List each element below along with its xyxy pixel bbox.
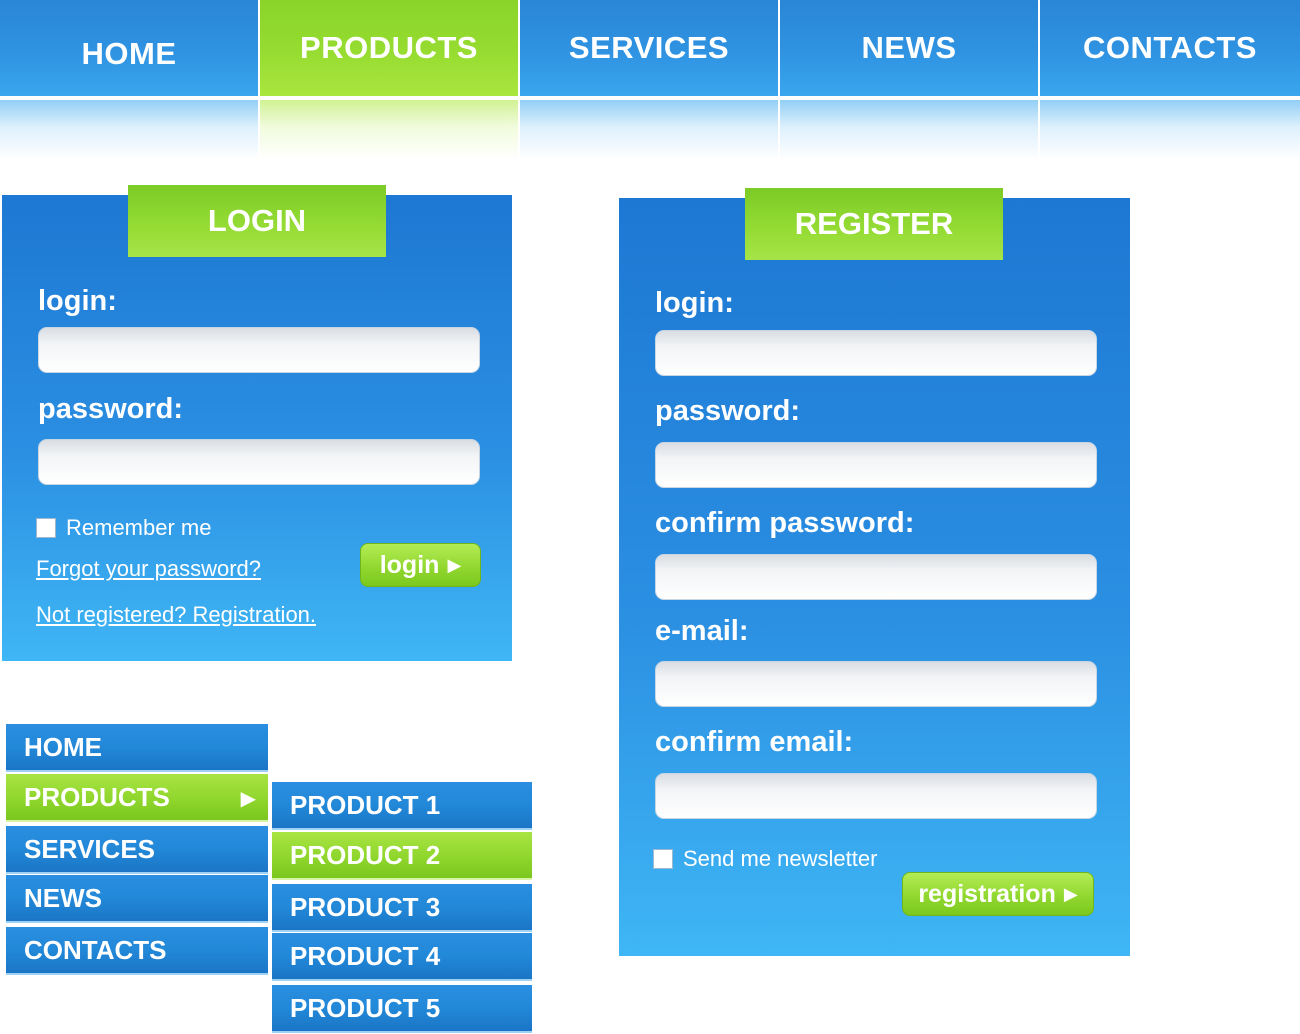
login-panel-title-text: LOGIN	[207, 203, 307, 238]
top-nav-home-label: HOME	[81, 36, 177, 71]
remember-me-checkbox[interactable]	[36, 518, 56, 538]
side-menu-news-label: NEWS	[24, 882, 102, 913]
reg-login-input[interactable]	[655, 330, 1097, 376]
reg-confirm-email-label: confirm email:	[655, 726, 854, 758]
top-nav-products[interactable]: PRODUCTS	[260, 0, 520, 160]
login-panel-title: LOGIN	[128, 185, 386, 257]
submenu-product-3[interactable]: PRODUCT 3	[272, 884, 532, 932]
side-menu-home[interactable]: HOME	[6, 724, 268, 772]
newsletter-checkbox[interactable]	[653, 849, 673, 869]
forgot-password-link[interactable]: Forgot your password?	[36, 556, 261, 582]
submenu-product-5-label: PRODUCT 5	[290, 992, 441, 1023]
caret-right-icon: ▶	[240, 788, 256, 810]
top-nav: HOME PRODUCTS SERVICES NEWS CONTACTS	[0, 0, 1300, 160]
newsletter-label: Send me newsletter	[683, 846, 878, 871]
arrow-right-icon: ▶	[447, 554, 462, 575]
reg-confirm-password-input[interactable]	[655, 554, 1097, 600]
remember-me-row: Remember me	[36, 515, 211, 541]
submenu-product-3-label: PRODUCT 3	[290, 891, 441, 922]
submenu-product-1-label: PRODUCT 1	[290, 789, 441, 820]
submenu-product-4[interactable]: PRODUCT 4	[272, 933, 532, 981]
login-label: login:	[38, 285, 117, 317]
top-nav-services-label: SERVICES	[568, 30, 730, 65]
login-button-label: login	[379, 550, 440, 579]
side-menu-products[interactable]: PRODUCTS ▶	[6, 774, 268, 822]
top-nav-contacts[interactable]: CONTACTS	[1040, 0, 1300, 160]
submenu-product-2[interactable]: PRODUCT 2	[272, 832, 532, 880]
top-nav-contacts-label: CONTACTS	[1083, 30, 1257, 65]
reg-email-label: e-mail:	[655, 615, 749, 647]
registration-link[interactable]: Not registered? Registration.	[36, 602, 316, 628]
newsletter-row: Send me newsletter	[653, 846, 877, 872]
side-menu-news[interactable]: NEWS	[6, 875, 268, 923]
register-panel-title: REGISTER	[745, 188, 1003, 260]
reg-login-label: login:	[655, 287, 734, 319]
top-nav-news-label: NEWS	[861, 30, 957, 65]
registration-button-label: registration	[918, 879, 1056, 908]
password-input[interactable]	[38, 439, 480, 485]
remember-me-label: Remember me	[66, 515, 212, 540]
reg-password-input[interactable]	[655, 442, 1097, 488]
registration-button[interactable]: registration ▶	[902, 872, 1094, 916]
login-button[interactable]: login ▶	[360, 543, 481, 587]
login-panel: LOGIN login: password: Remember me Forgo…	[2, 185, 512, 661]
submenu-product-5[interactable]: PRODUCT 5	[272, 985, 532, 1033]
side-menu-services[interactable]: SERVICES	[6, 826, 268, 874]
register-panel-title-text: REGISTER	[794, 206, 954, 241]
reg-confirm-email-input[interactable]	[655, 773, 1097, 819]
side-menu-services-label: SERVICES	[24, 833, 156, 864]
submenu-product-4-label: PRODUCT 4	[290, 940, 441, 971]
side-menu-contacts[interactable]: CONTACTS	[6, 927, 268, 975]
submenu-product-2-label: PRODUCT 2	[290, 839, 441, 870]
password-label: password:	[38, 393, 184, 425]
submenu-product-1[interactable]: PRODUCT 1	[272, 782, 532, 830]
top-nav-news[interactable]: NEWS	[780, 0, 1040, 160]
top-nav-home[interactable]: HOME	[0, 0, 260, 160]
side-menu-products-label: PRODUCTS	[24, 781, 170, 812]
reg-email-input[interactable]	[655, 661, 1097, 707]
top-nav-products-label: PRODUCTS	[300, 30, 478, 65]
reg-confirm-password-label: confirm password:	[655, 507, 915, 539]
register-panel: REGISTER login: password: confirm passwo…	[619, 188, 1130, 956]
side-menu-contacts-label: CONTACTS	[24, 934, 167, 965]
top-nav-divider	[0, 96, 1300, 100]
top-nav-services[interactable]: SERVICES	[520, 0, 780, 160]
login-input[interactable]	[38, 327, 480, 373]
side-menu-home-label: HOME	[24, 731, 102, 762]
reg-password-label: password:	[655, 395, 801, 427]
arrow-right-icon: ▶	[1063, 883, 1078, 904]
